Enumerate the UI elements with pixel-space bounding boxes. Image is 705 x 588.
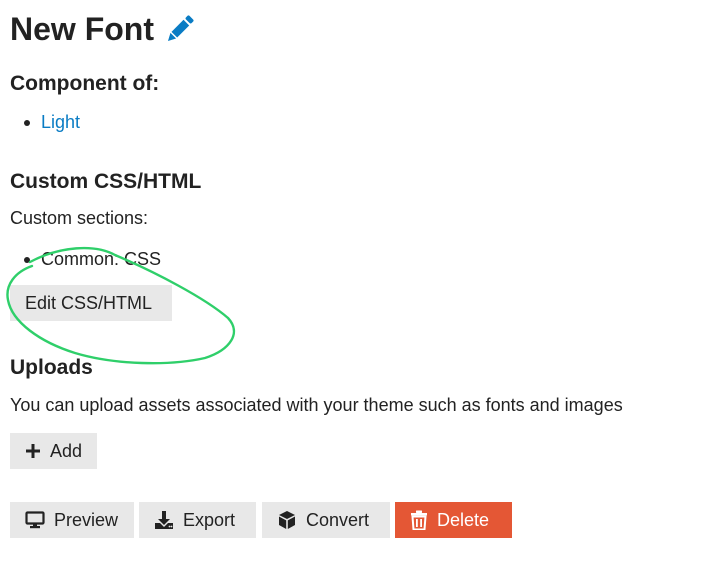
uploads-heading: Uploads (10, 356, 93, 379)
desktop-icon (25, 511, 45, 529)
convert-label: Convert (306, 509, 370, 530)
export-button[interactable]: Export (139, 502, 256, 538)
plus-icon (26, 444, 40, 458)
list-item: Light (10, 111, 80, 133)
custom-css-heading: Custom CSS/HTML (10, 170, 202, 193)
convert-button[interactable]: Convert (262, 502, 390, 538)
preview-label: Preview (54, 509, 119, 530)
download-icon (155, 511, 173, 529)
custom-sections-label: Custom sections: (10, 208, 149, 228)
page-title-text: New Font (10, 11, 154, 47)
export-label: Export (183, 509, 236, 530)
custom-sections-list: Common: CSS (10, 248, 161, 270)
pencil-icon[interactable] (162, 11, 198, 47)
cube-icon (279, 511, 295, 529)
page-title: New Font (10, 10, 198, 48)
add-upload-button[interactable]: Add (10, 433, 97, 469)
component-of-heading: Component of: (10, 72, 160, 95)
preview-button[interactable]: Preview (10, 502, 134, 538)
delete-label: Delete (437, 509, 490, 530)
add-upload-label: Add (50, 440, 83, 461)
edit-css-html-button[interactable]: Edit CSS/HTML (10, 285, 172, 321)
component-link-light[interactable]: Light (41, 112, 80, 132)
trash-icon (411, 510, 427, 530)
component-list: Light (10, 111, 80, 133)
list-item: Common: CSS (10, 248, 161, 270)
uploads-description: You can upload assets associated with yo… (10, 395, 623, 415)
delete-button[interactable]: Delete (395, 502, 512, 538)
